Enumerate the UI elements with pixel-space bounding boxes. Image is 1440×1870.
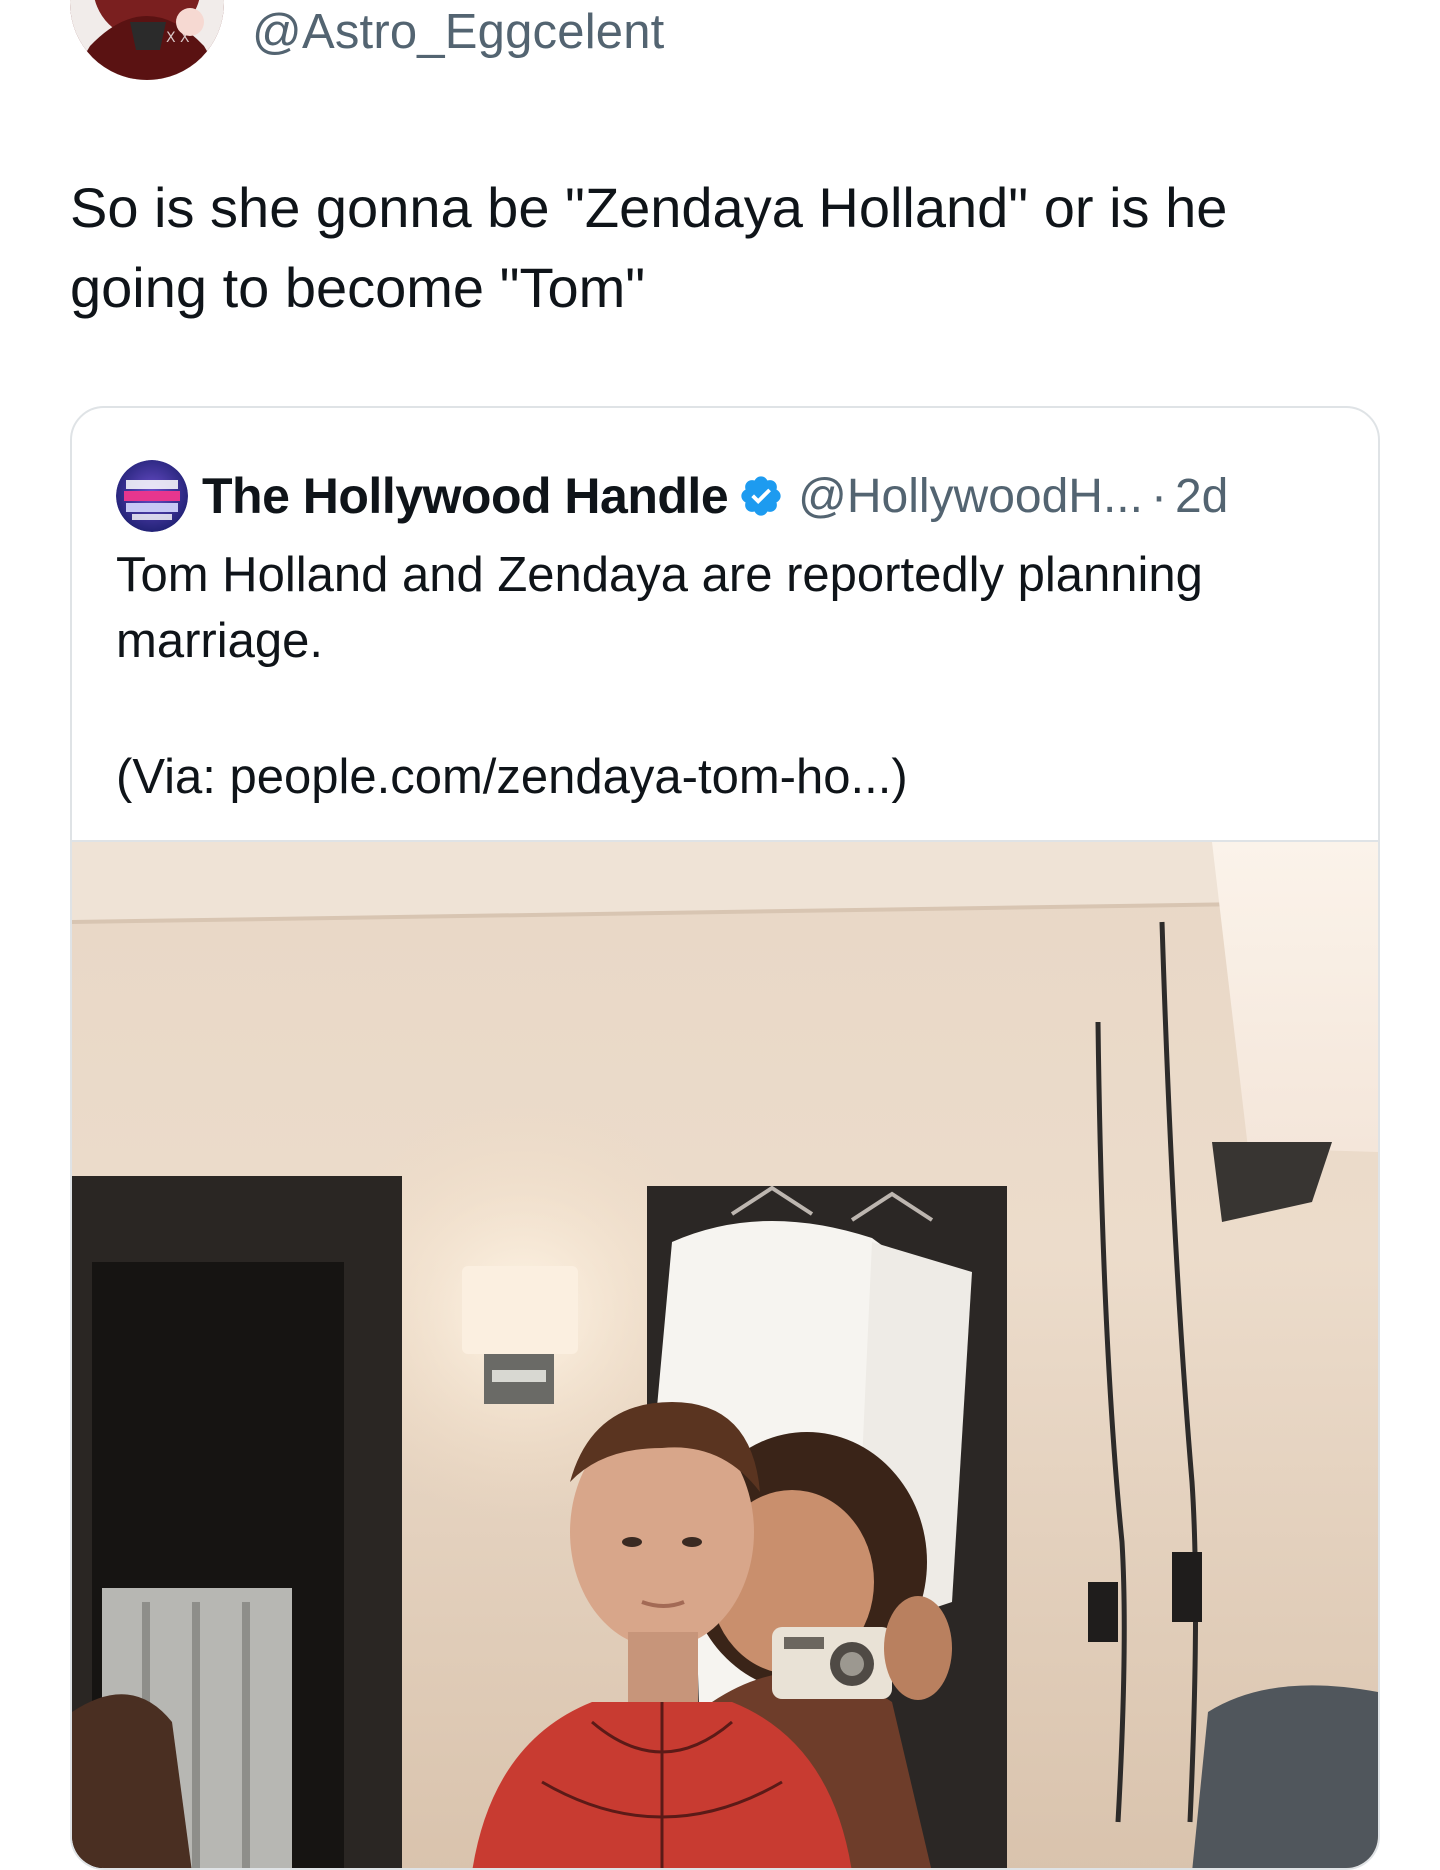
cartoon-avatar-icon: X X — [70, 0, 224, 80]
quoted-tweet-photo[interactable] — [72, 840, 1378, 1868]
quoted-author-name[interactable]: The Hollywood Handle — [202, 467, 729, 525]
quoted-tweet-card[interactable]: The Hollywood Handle @HollywoodH... · 2d… — [70, 406, 1380, 1870]
verified-badge-icon — [741, 476, 781, 516]
quoted-avatar[interactable] — [116, 460, 188, 532]
mirror-selfie-photo — [72, 842, 1378, 1868]
quoted-tweet-header: The Hollywood Handle @HollywoodH... · 2d — [116, 460, 1228, 532]
meta-separator: · — [1150, 469, 1167, 523]
quoted-tweet-text: Tom Holland and Zendaya are reportedly p… — [116, 548, 1203, 668]
quoted-timestamp[interactable]: 2d — [1175, 469, 1228, 524]
quoted-tweet-via-link[interactable]: (Via: people.com/zendaya-tom-ho...) — [116, 744, 908, 810]
author-avatar[interactable]: X X — [70, 0, 224, 80]
hollywood-handle-logo-icon — [116, 460, 188, 532]
tweet-text: So is she gonna be "Zendaya Holland" or … — [70, 176, 1228, 319]
author-handle[interactable]: @Astro_Eggcelent — [252, 4, 665, 60]
quoted-author-handle[interactable]: @HollywoodH... — [798, 469, 1143, 524]
